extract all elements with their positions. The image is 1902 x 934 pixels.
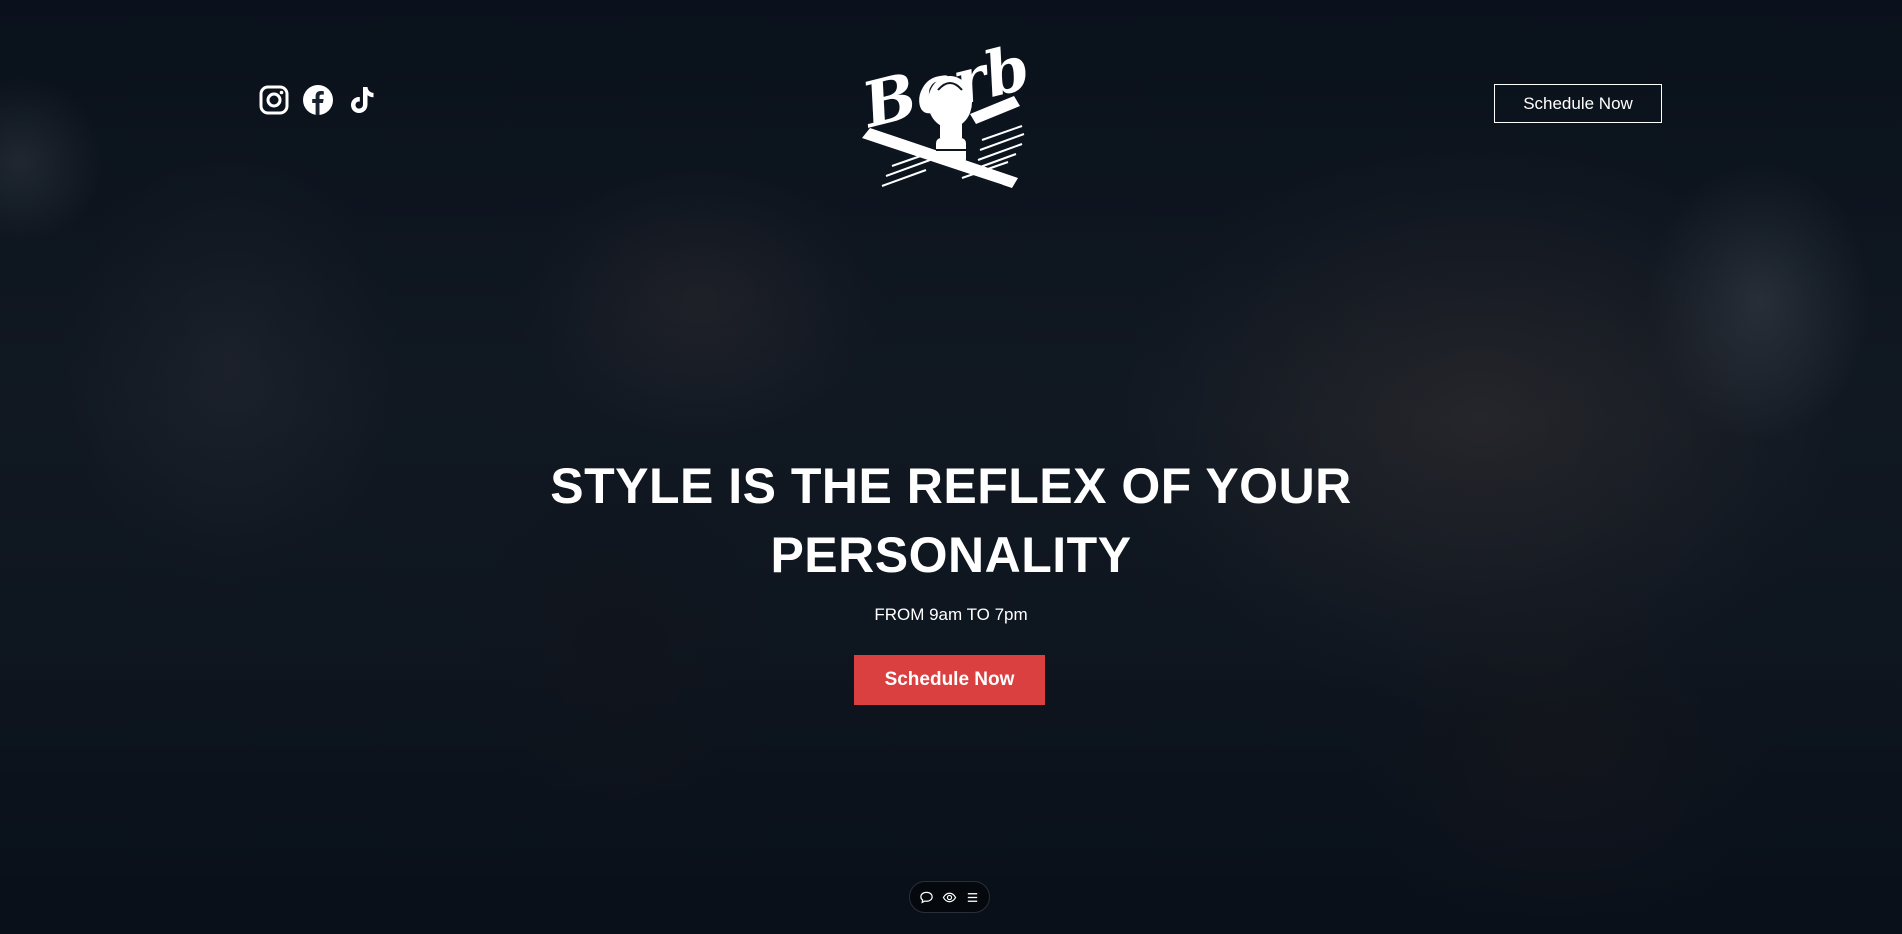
tiktok-icon[interactable] <box>346 84 378 116</box>
instagram-icon[interactable] <box>258 84 290 116</box>
hero-schedule-button[interactable]: Schedule Now <box>854 655 1045 705</box>
hero-section: Barber Schedule Now STYLE IS THE REFLEX <box>0 0 1902 934</box>
bottom-toolbar <box>909 881 990 913</box>
hero-headline: STYLE IS THE REFLEX OF YOUR PERSONALITY <box>451 452 1451 590</box>
facebook-icon[interactable] <box>302 84 334 116</box>
eye-icon[interactable] <box>942 890 957 905</box>
opening-hours: FROM 9am TO 7pm <box>874 605 1028 624</box>
chat-icon[interactable] <box>919 890 934 905</box>
hero-headline-line-2: PERSONALITY <box>770 527 1132 583</box>
menu-icon[interactable] <box>965 890 980 905</box>
header-schedule-button[interactable]: Schedule Now <box>1494 84 1662 123</box>
barber-logo[interactable]: Barber <box>852 10 1028 210</box>
hero-headline-line-1: STYLE IS THE REFLEX OF YOUR <box>550 458 1352 514</box>
social-links <box>258 84 378 116</box>
